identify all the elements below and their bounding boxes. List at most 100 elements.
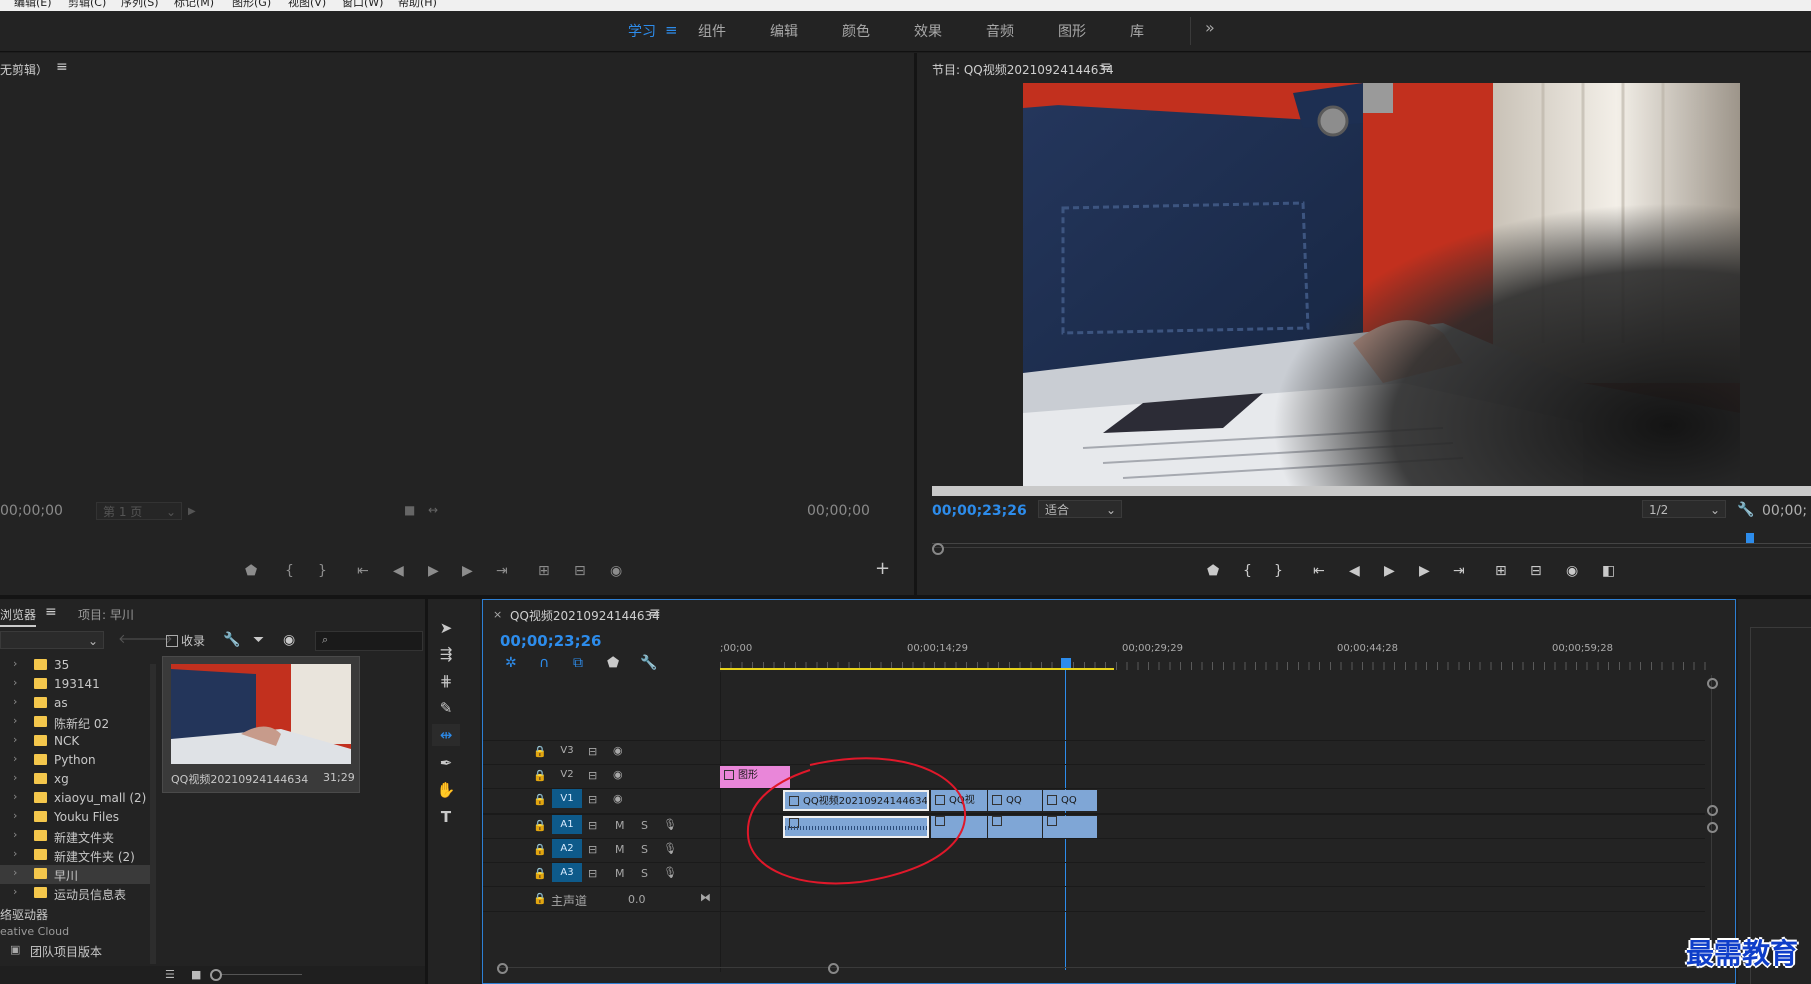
- go-to-in-icon[interactable]: ⇤: [357, 564, 369, 578]
- icon-view-icon[interactable]: ■: [191, 968, 201, 982]
- lock-icon[interactable]: 🔒: [533, 793, 547, 806]
- mark-out-icon[interactable]: }: [318, 564, 327, 578]
- program-playhead[interactable]: [1746, 533, 1754, 543]
- lock-icon[interactable]: 🔒: [533, 745, 547, 758]
- add-button-icon[interactable]: +: [875, 560, 890, 578]
- chevron-right-icon[interactable]: ›: [13, 714, 17, 727]
- menu-sequence[interactable]: 序列(S): [121, 0, 159, 10]
- track-name[interactable]: A2: [552, 839, 582, 858]
- pen-tool-icon[interactable]: ✒: [432, 752, 460, 774]
- program-timecode-right[interactable]: 00;00;: [1762, 503, 1807, 519]
- selection-tool-icon[interactable]: ➤: [432, 617, 460, 639]
- step-back-icon[interactable]: ◀: [393, 564, 404, 578]
- folder-item[interactable]: › 运动员信息表: [0, 884, 150, 903]
- creative-cloud-item[interactable]: eative Cloud: [0, 923, 150, 942]
- program-fit-select[interactable]: 适合 ⌄: [1038, 500, 1122, 518]
- folder-item-selected[interactable]: › 早川: [0, 865, 150, 884]
- workspace-graphics[interactable]: 图形: [1058, 21, 1086, 41]
- zoom-handle[interactable]: [932, 543, 944, 555]
- horizontal-scroll-track[interactable]: [497, 967, 1707, 968]
- sync-icon[interactable]: ⊟: [588, 867, 597, 880]
- mark-in-icon[interactable]: {: [1243, 564, 1252, 578]
- chevron-right-icon[interactable]: ›: [13, 866, 17, 879]
- track-name[interactable]: V1: [552, 789, 582, 808]
- program-panel-menu-icon[interactable]: ≡: [1100, 59, 1112, 75]
- tab-browser[interactable]: 浏览器: [0, 606, 37, 627]
- track-name[interactable]: V3: [552, 741, 582, 760]
- program-resolution-select[interactable]: 1/2 ⌄: [1642, 500, 1726, 518]
- timeline-settings-icon[interactable]: 🔧: [640, 656, 657, 670]
- master-volume[interactable]: 0.0: [628, 893, 646, 906]
- menu-edit[interactable]: 编辑(E): [14, 0, 52, 10]
- vertical-scroll-handle[interactable]: [1707, 678, 1718, 689]
- track-name[interactable]: A1: [552, 815, 582, 834]
- collect-checkbox[interactable]: [166, 635, 178, 647]
- zoom-slider-track[interactable]: [222, 974, 302, 975]
- lift-icon[interactable]: ⊞: [1495, 564, 1507, 578]
- chevron-right-icon[interactable]: ›: [13, 657, 17, 670]
- timeline-panel-menu-icon[interactable]: ≡: [649, 605, 661, 621]
- vertical-scroll-handle[interactable]: [1707, 805, 1718, 816]
- insert-icon[interactable]: ⊞: [538, 564, 550, 578]
- work-area-bar[interactable]: [720, 668, 1114, 670]
- eye-icon[interactable]: ◉: [283, 633, 295, 647]
- program-timecode[interactable]: 00;00;23;26: [932, 503, 1027, 519]
- menu-window[interactable]: 窗口(W): [342, 0, 383, 10]
- workspace-assembly[interactable]: 组件: [698, 21, 726, 41]
- media-thumbnail[interactable]: QQ视频20210924144634 31;29: [162, 656, 360, 793]
- sync-icon[interactable]: ⊟: [588, 745, 597, 758]
- workspace-color[interactable]: 颜色: [842, 21, 870, 41]
- workspace-effects[interactable]: 效果: [914, 21, 942, 41]
- menu-help[interactable]: 帮助(H): [398, 0, 437, 10]
- go-to-out-icon[interactable]: ⇥: [1453, 564, 1465, 578]
- workspace-audio[interactable]: 音频: [986, 21, 1014, 41]
- chevron-right-icon[interactable]: ›: [13, 847, 17, 860]
- lock-icon[interactable]: 🔒: [533, 843, 547, 856]
- sequence-tab[interactable]: QQ视频20210924144634: [510, 607, 660, 624]
- razor-tool-icon[interactable]: ✎: [432, 697, 460, 719]
- tab-project[interactable]: 项目: 早川: [78, 606, 134, 623]
- mute-button[interactable]: M: [615, 819, 625, 832]
- folder-item[interactable]: › Python: [0, 751, 150, 770]
- marker-icon[interactable]: ⬟: [1207, 564, 1219, 578]
- microphone-icon[interactable]: 🎙: [663, 866, 677, 879]
- team-project-item[interactable]: ▣ 团队项目版本: [0, 941, 150, 960]
- camera-icon[interactable]: ◉: [1566, 564, 1578, 578]
- folder-item[interactable]: › 35: [0, 656, 150, 675]
- network-drive-item[interactable]: 络驱动器: [0, 904, 150, 923]
- menu-marker[interactable]: 标记(M): [174, 0, 214, 10]
- audio-clip-d[interactable]: [1043, 816, 1097, 838]
- menu-view[interactable]: 视图(V): [288, 0, 326, 10]
- chevron-right-icon[interactable]: ›: [13, 771, 17, 784]
- location-select[interactable]: ⌄: [0, 631, 104, 649]
- track-name[interactable]: V2: [552, 765, 582, 784]
- sync-icon[interactable]: ⊟: [588, 843, 597, 856]
- folder-item[interactable]: › NCK: [0, 732, 150, 751]
- chevron-right-icon[interactable]: ›: [13, 695, 17, 708]
- search-input[interactable]: ⌕: [315, 631, 423, 651]
- linked-selection-icon[interactable]: ⧉: [573, 656, 583, 670]
- solo-button[interactable]: S: [641, 843, 648, 856]
- time-ruler[interactable]: ;00;00 00;00;14;29 00;00;29;29 00;00;44;…: [720, 638, 1710, 672]
- chevron-right-icon[interactable]: ›: [13, 828, 17, 841]
- folder-item[interactable]: › 新建文件夹: [0, 827, 150, 846]
- track-name[interactable]: A3: [552, 863, 582, 882]
- eye-icon[interactable]: ◉: [613, 744, 623, 757]
- tree-scrollbar[interactable]: [150, 664, 156, 964]
- go-to-end-icon[interactable]: ⧓: [700, 891, 711, 904]
- mute-button[interactable]: M: [615, 867, 625, 880]
- source-timecode-left[interactable]: 00;00;00: [0, 503, 63, 519]
- sync-icon[interactable]: ⊟: [588, 819, 597, 832]
- lock-icon[interactable]: 🔒: [533, 819, 547, 832]
- folder-item[interactable]: › 陈新纪 02: [0, 713, 150, 732]
- folder-item[interactable]: › Youku Files: [0, 808, 150, 827]
- mark-out-icon[interactable]: }: [1274, 564, 1283, 578]
- folder-item[interactable]: › xg: [0, 770, 150, 789]
- program-scrub-bar[interactable]: [932, 486, 1811, 496]
- mark-in-icon[interactable]: {: [285, 564, 294, 578]
- menu-clip[interactable]: 剪辑(C): [68, 0, 106, 10]
- vertical-scroll-handle[interactable]: [1707, 822, 1718, 833]
- program-video-frame[interactable]: [1023, 83, 1740, 486]
- eye-icon[interactable]: ◉: [613, 792, 623, 805]
- step-forward-icon[interactable]: ▶: [1419, 564, 1430, 578]
